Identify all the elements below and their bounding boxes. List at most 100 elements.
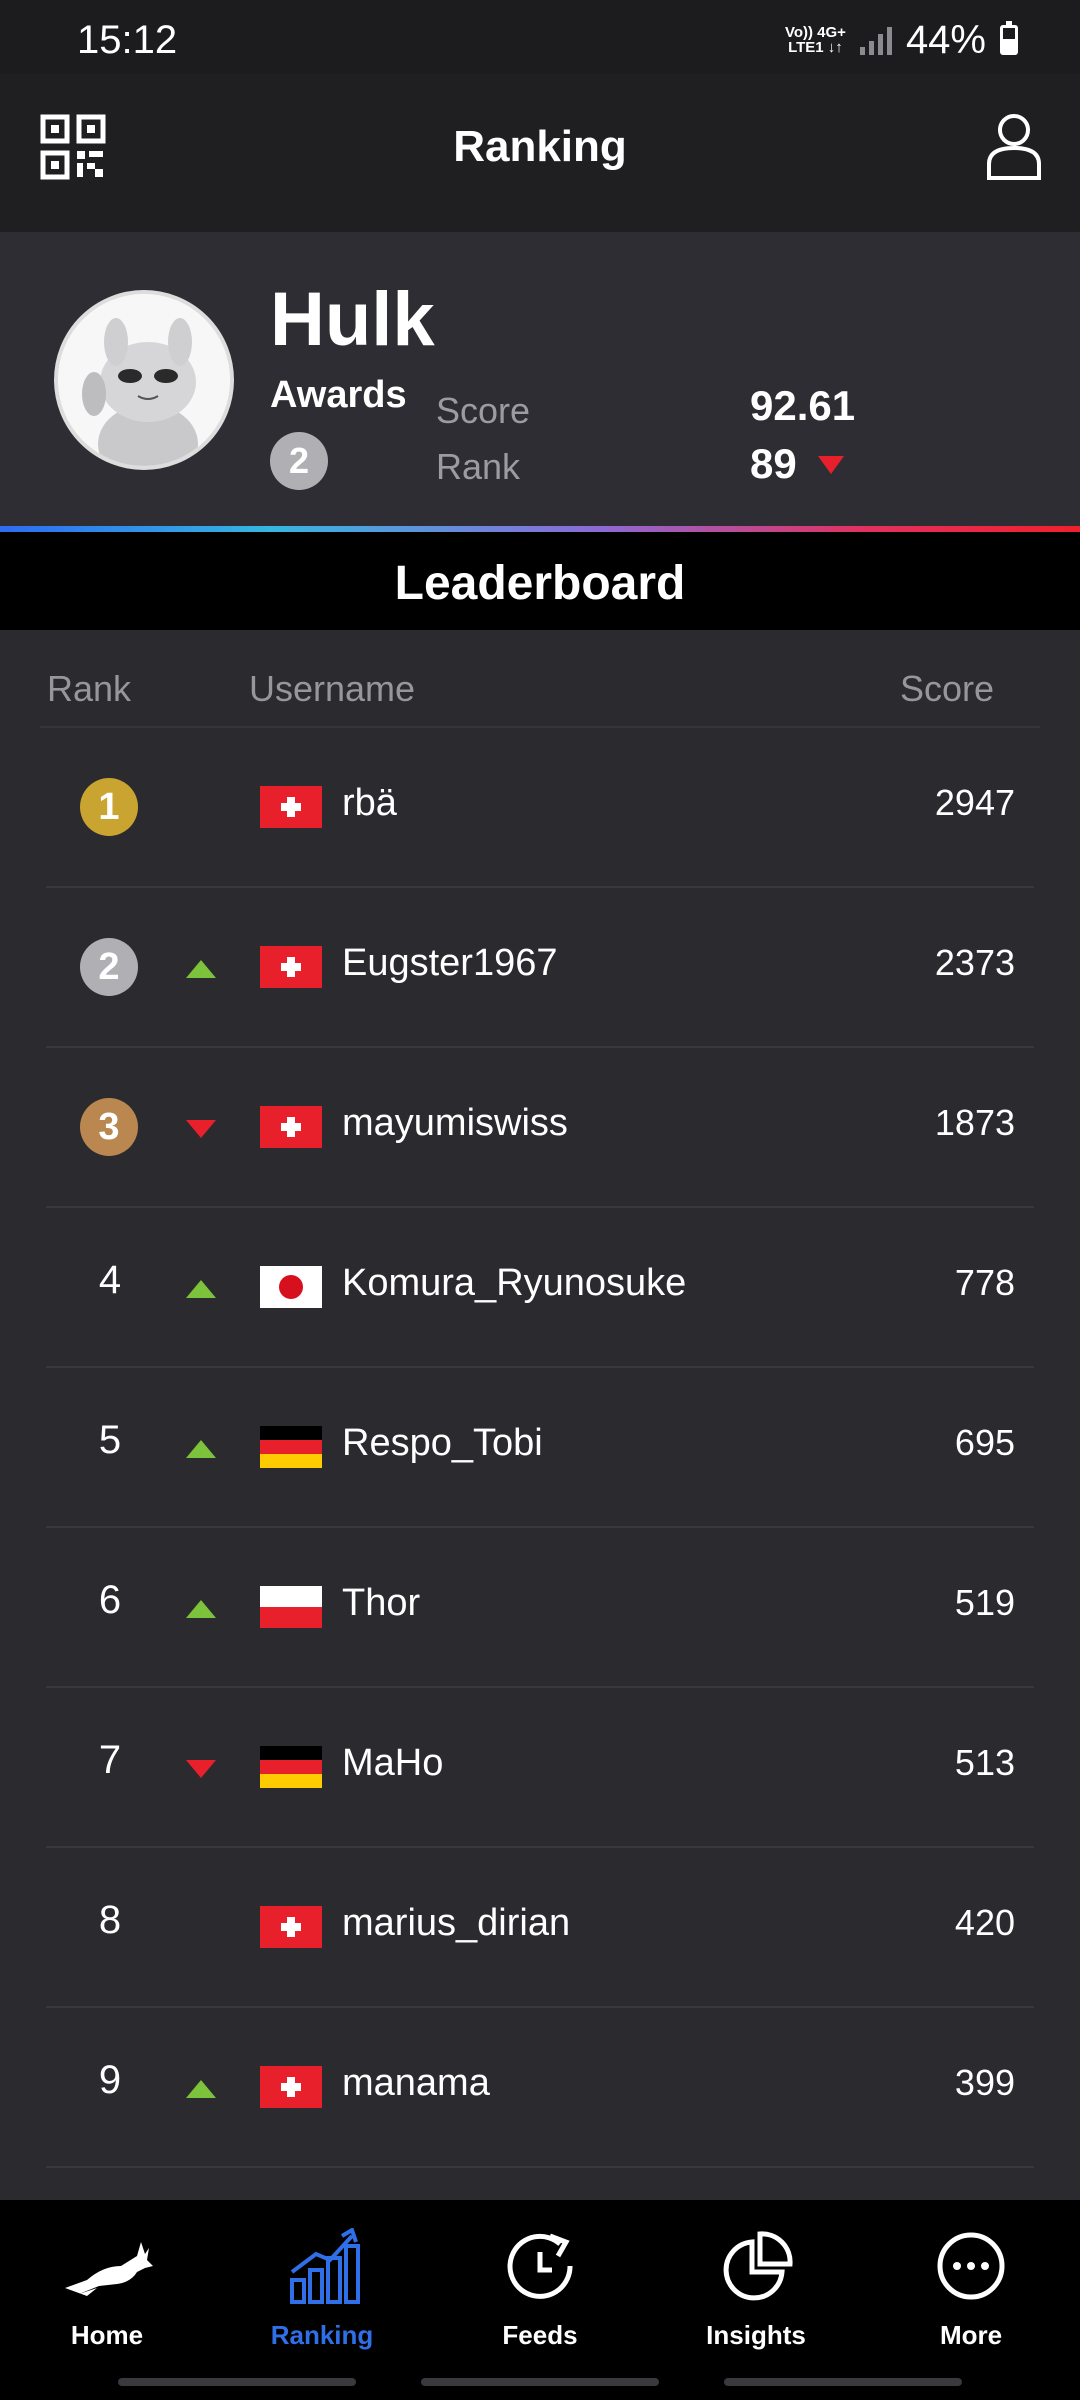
rank-number: 8 <box>98 1898 122 1942</box>
trend-up-icon <box>186 2080 216 2098</box>
gazelle-icon <box>65 2242 153 2296</box>
rank-number: 5 <box>98 1418 122 1462</box>
app-header: Ranking <box>0 74 1080 232</box>
column-header-username: Username <box>249 668 416 709</box>
user-score: 399 <box>954 2062 1015 2103</box>
user-score: 519 <box>954 1582 1015 1623</box>
username[interactable]: Eugster1967 <box>342 942 558 985</box>
gesture-bar-center <box>421 2378 659 2386</box>
battery-icon <box>1000 21 1018 55</box>
switzerland-flag-icon <box>260 2066 322 2108</box>
trend-up-icon <box>186 1280 216 1298</box>
feeds-clock-icon <box>507 2233 573 2299</box>
silver-medal-badge: 2 <box>80 938 138 996</box>
user-score: 420 <box>954 1902 1015 1943</box>
trend-up-icon <box>186 1440 216 1458</box>
leaderboard-row[interactable]: 3 mayumiswiss 1873 <box>0 1048 1080 1208</box>
user-summary-card: Hulk Awards 2 Score 92.61 Rank 89 <box>0 232 1080 532</box>
username[interactable]: MaHo <box>342 1742 443 1785</box>
column-header-score: Score <box>899 668 994 709</box>
nav-ranking-label: Ranking <box>270 2320 374 2350</box>
poland-flag-icon <box>260 1586 322 1628</box>
leaderboard-header: Leaderboard <box>0 532 1080 630</box>
user-score: 695 <box>954 1422 1015 1463</box>
score-value: 92.61 <box>750 382 856 429</box>
status-bar: 15:12 Vo)) 4G+ LTE1 ↓↑ 44% <box>0 0 1080 74</box>
network-bottom-text: LTE1 ↓↑ <box>788 39 843 56</box>
leaderboard-title: Leaderboard <box>394 557 686 610</box>
leaderboard-table[interactable]: Rank Username Score 1 rbä 2947 2 Eugster1967… <box>0 630 1080 2200</box>
nav-insights-label: Insights <box>706 2320 806 2350</box>
gold-medal-badge: 1 <box>80 778 138 836</box>
username[interactable]: rbä <box>342 782 397 825</box>
leaderboard-row[interactable]: 8 marius_dirian 420 <box>0 1848 1080 2008</box>
bottom-navigation: Home Ranking Feeds Insights More <box>0 2200 1080 2400</box>
leaderboard-row[interactable]: 7 MaHo 513 <box>0 1688 1080 1848</box>
user-score: 778 <box>954 1262 1015 1303</box>
germany-flag-icon <box>260 1426 322 1468</box>
status-icons: Vo)) 4G+ LTE1 ↓↑ 44% <box>785 18 1018 62</box>
battery-percent: 44% <box>905 17 986 62</box>
germany-flag-icon <box>260 1746 322 1788</box>
score-label: Score <box>436 390 531 431</box>
more-dots-icon <box>937 2232 1005 2300</box>
awards-count-badge: 2 <box>270 432 328 490</box>
user-name: Hulk <box>270 277 435 362</box>
rank-number: 6 <box>98 1578 122 1622</box>
ranking-chart-icon <box>290 2228 360 2304</box>
insights-pie-icon <box>723 2231 793 2301</box>
leaderboard-row[interactable]: 1 rbä 2947 <box>0 728 1080 888</box>
nav-ranking[interactable]: Ranking <box>222 2228 422 2368</box>
nav-insights[interactable]: Insights <box>656 2228 856 2368</box>
gesture-bar-right <box>724 2378 962 2386</box>
trend-up-icon <box>186 1600 216 1618</box>
nav-more[interactable]: More <box>871 2228 1071 2368</box>
leaderboard-row[interactable]: 4 Komura_Ryunosuke 778 <box>0 1208 1080 1368</box>
rank-down-arrow-icon <box>818 456 844 474</box>
switzerland-flag-icon <box>260 1106 322 1148</box>
gesture-bar-left <box>118 2378 356 2386</box>
network-indicator: Vo)) 4G+ LTE1 ↓↑ <box>785 25 846 55</box>
user-score: 2947 <box>934 782 1015 823</box>
leaderboard-row[interactable]: 2 Eugster1967 2373 <box>0 888 1080 1048</box>
robot-avatar-image <box>58 294 230 466</box>
user-score: 513 <box>954 1742 1015 1783</box>
username[interactable]: marius_dirian <box>342 1902 570 1945</box>
leaderboard-row[interactable]: 5 Respo_Tobi 695 <box>0 1368 1080 1528</box>
bronze-medal-badge: 3 <box>80 1098 138 1156</box>
username[interactable]: manama <box>342 2062 490 2105</box>
trend-up-icon <box>186 960 216 978</box>
rank-number: 4 <box>98 1258 122 1302</box>
profile-icon[interactable] <box>986 112 1042 180</box>
leaderboard-row[interactable]: 9 manama 399 <box>0 2008 1080 2168</box>
trend-down-icon <box>186 1120 216 1138</box>
avatar[interactable] <box>54 290 234 470</box>
status-time: 15:12 <box>77 18 178 62</box>
column-header-rank: Rank <box>47 668 132 709</box>
switzerland-flag-icon <box>260 1906 322 1948</box>
username[interactable]: Respo_Tobi <box>342 1422 543 1465</box>
nav-home[interactable]: Home <box>7 2228 207 2368</box>
japan-flag-icon <box>260 1266 322 1308</box>
nav-more-label: More <box>939 2320 1003 2350</box>
network-top-text: Vo)) 4G+ <box>784 24 846 41</box>
username[interactable]: Thor <box>342 1582 420 1625</box>
rank-number: 9 <box>98 2058 122 2102</box>
trend-down-icon <box>186 1760 216 1778</box>
leaderboard-row[interactable]: 6 Thor 519 <box>0 1528 1080 1688</box>
awards-label: Awards <box>270 374 407 416</box>
rank-number: 7 <box>98 1738 122 1782</box>
username[interactable]: Komura_Ryunosuke <box>342 1262 686 1305</box>
switzerland-flag-icon <box>260 946 322 988</box>
nav-home-label: Home <box>70 2320 144 2350</box>
nav-feeds[interactable]: Feeds <box>440 2228 640 2368</box>
switzerland-flag-icon <box>260 786 322 828</box>
user-score: 1873 <box>934 1102 1015 1143</box>
page-title: Ranking <box>453 122 627 171</box>
nav-feeds-label: Feeds <box>502 2320 578 2350</box>
signal-icon <box>859 25 892 55</box>
username[interactable]: mayumiswiss <box>342 1102 568 1145</box>
rank-label: Rank <box>436 446 521 487</box>
rank-value: 89 <box>750 440 797 487</box>
row-divider <box>46 2166 1034 2168</box>
